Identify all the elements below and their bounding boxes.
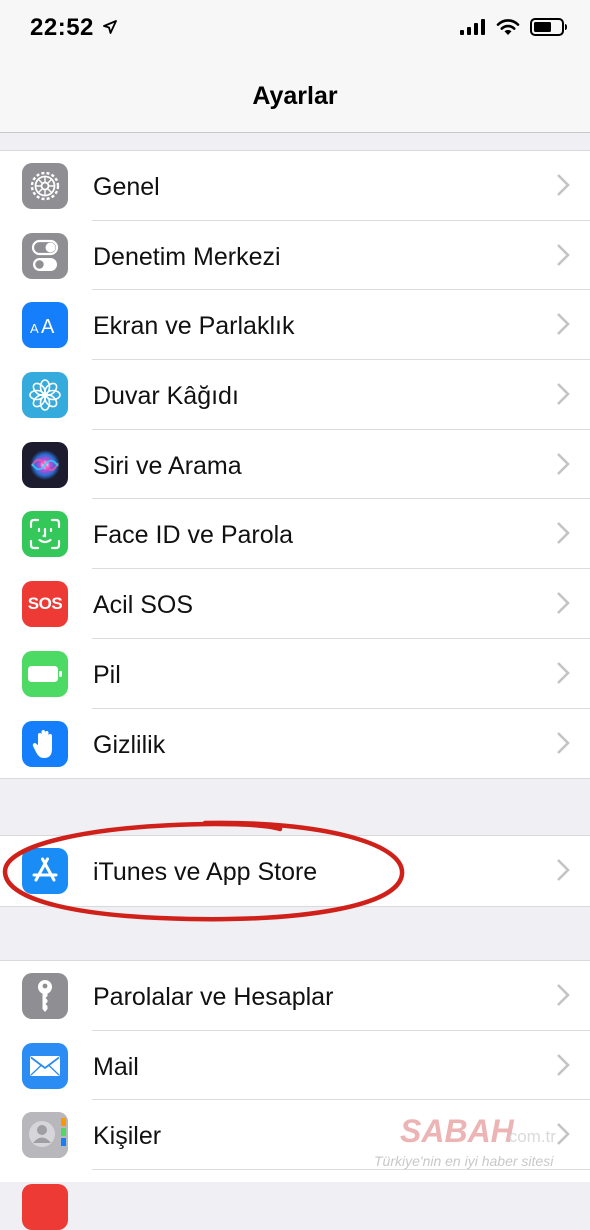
battery-status-icon: [530, 18, 567, 36]
gear-icon: [22, 163, 68, 209]
sos-icon-text: SOS: [27, 594, 63, 614]
navigation-bar: Ayarlar: [0, 58, 590, 133]
status-bar: 22:52: [0, 0, 590, 58]
chevron-right-icon: [557, 984, 570, 1006]
chevron-right-icon: [557, 174, 570, 196]
settings-row-gizlilik[interactable]: Gizlilik: [0, 709, 590, 779]
settings-row-partial[interactable]: [0, 1170, 590, 1230]
svg-text:SABAH: SABAH: [400, 1113, 515, 1149]
app-icon: [22, 1184, 68, 1230]
settings-row-pil[interactable]: Pil: [0, 639, 590, 709]
settings-row-label: Pil: [93, 660, 121, 689]
settings-row-label: Parolalar ve Hesaplar: [93, 983, 334, 1011]
chevron-right-icon: [557, 243, 570, 266]
sos-icon: SOS: [22, 581, 68, 628]
settings-row-label: Face ID ve Parola: [93, 521, 294, 550]
settings-row-ekran-parlaklik[interactable]: A A Ekran ve Parlaklık: [0, 290, 590, 361]
settings-row-duvar-kagidi[interactable]: Duvar Kâğıdı: [0, 360, 590, 430]
text-size-icon: A A: [22, 302, 68, 349]
toggle-icon: [22, 232, 68, 279]
settings-row-parolalar-hesaplar[interactable]: Parolalar ve Hesaplar: [0, 961, 590, 1031]
mail-icon: [22, 1042, 68, 1089]
svg-text:.com.tr: .com.tr: [504, 1127, 556, 1146]
settings-row-label: Gizlilik: [93, 730, 166, 759]
settings-row-label: Ekran ve Parlaklık: [93, 312, 295, 341]
chevron-right-icon: [557, 313, 570, 336]
status-time: 22:52: [30, 14, 94, 41]
settings-row-siri-arama[interactable]: Siri ve Arama: [0, 430, 590, 500]
battery-icon: [22, 650, 68, 697]
face-id-icon: [22, 511, 68, 558]
chevron-right-icon: [557, 1053, 570, 1076]
contacts-icon: [22, 1112, 68, 1159]
settings-row-label: Siri ve Arama: [93, 451, 242, 480]
svg-text:A: A: [41, 316, 55, 337]
settings-group-main: Genel Denetim Merkezi A A Ekran ve Parla…: [0, 150, 590, 780]
hand-icon: [22, 720, 68, 767]
settings-row-label: Acil SOS: [93, 591, 194, 620]
chevron-right-icon: [557, 859, 570, 881]
chevron-right-icon: [557, 661, 570, 684]
settings-row-genel[interactable]: Genel: [0, 151, 590, 221]
settings-row-mail[interactable]: Mail: [0, 1031, 590, 1101]
settings-row-label: Duvar Kâğıdı: [93, 382, 239, 411]
settings-row-label: Genel: [93, 173, 160, 201]
watermark-tagline: Türkiye'nin en iyi haber sitesi: [374, 1153, 554, 1169]
location-arrow-icon: [103, 20, 117, 34]
key-icon: [22, 973, 68, 1019]
chevron-right-icon: [557, 592, 570, 615]
settings-row-face-id[interactable]: Face ID ve Parola: [0, 499, 590, 570]
settings-row-denetim-merkezi[interactable]: Denetim Merkezi: [0, 221, 590, 291]
flower-icon: [22, 372, 68, 419]
page-title: Ayarlar: [252, 82, 338, 110]
chevron-right-icon: [557, 522, 570, 545]
settings-row-acil-sos[interactable]: SOS Acil SOS: [0, 569, 590, 639]
settings-row-label: Denetim Merkezi: [93, 242, 281, 271]
sabah-watermark-logo: SABAH .com.tr: [400, 1113, 556, 1149]
cellular-signal-icon: [460, 19, 485, 35]
wifi-icon: [496, 19, 520, 35]
chevron-right-icon: [557, 452, 570, 475]
chevron-right-icon: [557, 731, 570, 754]
svg-text:A: A: [30, 321, 39, 336]
settings-row-label: Kişiler: [93, 1122, 162, 1151]
settings-row-label: Mail: [93, 1052, 139, 1081]
chevron-right-icon: [557, 383, 570, 405]
annotation-ellipse: [2, 820, 405, 922]
siri-icon: [22, 441, 68, 488]
